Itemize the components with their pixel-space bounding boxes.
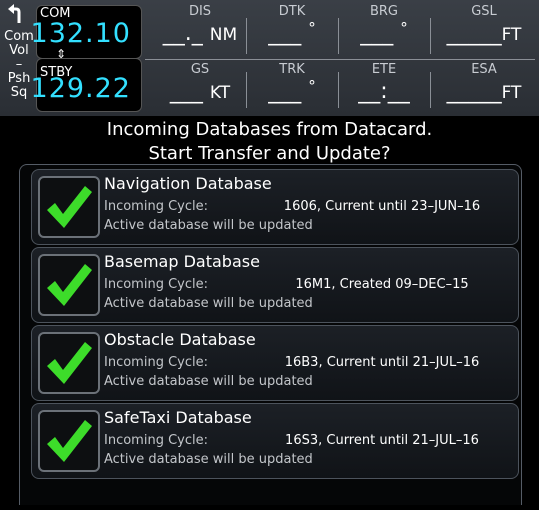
com-active-freq-value: 132.10 [30, 18, 131, 49]
page-title: Incoming Databases from Datacard. Start … [0, 118, 539, 166]
checkbox[interactable] [38, 176, 100, 238]
status-bar: Com Vol – Psh Sq COM 132.10 STBY 129.22 … [0, 0, 539, 116]
field-value-text: ___ [268, 79, 302, 104]
cycle-value: 16B3, Current until 21–JUL–16 [284, 355, 480, 370]
checkbox[interactable] [38, 332, 100, 394]
field-unit: ° [400, 19, 408, 37]
database-title: SafeTaxi Database [104, 408, 252, 427]
field-unit: NM [209, 25, 238, 45]
update-note: Active database will be updated [104, 218, 313, 233]
field-value: ___ ° [247, 19, 337, 46]
field-unit: FT [501, 83, 522, 103]
knob-label-dash: – [15, 57, 23, 72]
field-value: ___ KT [155, 79, 245, 104]
field-value-text: __._ [162, 21, 203, 46]
checkmark-icon [47, 186, 92, 228]
field-value: ___ ° [247, 77, 337, 104]
field-unit: ° [308, 19, 316, 37]
field-value-text: __:__ [358, 79, 410, 104]
field-label: DIS [188, 4, 212, 19]
checkmark-icon [47, 342, 92, 384]
field-unit: ° [308, 77, 316, 95]
field-brg[interactable]: BRG ___ ° [339, 0, 429, 46]
field-unit: KT [209, 83, 231, 103]
field-trk[interactable]: TRK ___ ° [247, 58, 337, 104]
field-label: TRK [279, 62, 305, 77]
field-label: ESA [471, 62, 497, 77]
database-item-basemap[interactable]: Basemap Database Incoming Cycle: 16M1, C… [31, 247, 519, 323]
com-standby-freq-value: 129.22 [30, 73, 131, 104]
title-line-2: Start Transfer and Update? [148, 143, 391, 164]
database-title: Obstacle Database [104, 330, 256, 349]
cycle-value: 16S3, Current until 21–JUL–16 [285, 433, 479, 448]
field-label: ETE [371, 62, 397, 77]
field-esa[interactable]: ESA _____FT [431, 58, 537, 104]
cycle-value: 1606, Current until 23–JUN–16 [283, 199, 481, 214]
update-note: Active database will be updated [104, 296, 313, 311]
database-title: Navigation Database [104, 174, 272, 193]
com-active-frequency[interactable]: COM 132.10 [31, 5, 142, 59]
field-value: __:__ [339, 79, 429, 104]
field-ete[interactable]: ETE __:__ [339, 58, 429, 104]
title-line-1: Incoming Databases from Datacard. [106, 119, 433, 140]
cycle-label: Incoming Cycle: [104, 433, 208, 448]
field-gs[interactable]: GS ___ KT [155, 58, 245, 104]
checkmark-icon [47, 420, 92, 462]
cycle-label: Incoming Cycle: [104, 277, 208, 292]
field-value-text: ___ [360, 21, 394, 46]
field-label: BRG [369, 4, 399, 19]
checkbox[interactable] [38, 410, 100, 472]
cycle-label: Incoming Cycle: [104, 199, 208, 214]
field-value: _____FT [431, 79, 537, 104]
database-item-obstacle[interactable]: Obstacle Database Incoming Cycle: 16B3, … [31, 325, 519, 401]
database-item-navigation[interactable]: Navigation Database Incoming Cycle: 1606… [31, 169, 519, 245]
field-label: GSL [471, 4, 497, 19]
field-label: DTK [278, 4, 306, 19]
field-unit: FT [501, 25, 522, 45]
field-value: __._ NM [155, 21, 245, 46]
field-value-text: _____ [446, 21, 502, 46]
com-standby-frequency[interactable]: STBY 129.22 [31, 58, 142, 112]
update-note: Active database will be updated [104, 374, 313, 389]
field-value: _____FT [431, 21, 537, 46]
field-value-text: ___ [169, 79, 203, 104]
field-value-text: _____ [446, 79, 502, 104]
field-dtk[interactable]: DTK ___ ° [247, 0, 337, 46]
cycle-value: 16M1, Created 09–DEC–15 [295, 277, 469, 292]
field-label: GS [190, 62, 210, 77]
checkmark-icon [47, 264, 92, 306]
database-item-safetaxi[interactable]: SafeTaxi Database Incoming Cycle: 16S3, … [31, 403, 519, 479]
field-value-text: ___ [268, 21, 302, 46]
checkbox[interactable] [38, 254, 100, 316]
back-arrow-icon[interactable] [7, 4, 25, 24]
update-note: Active database will be updated [104, 452, 313, 467]
field-gsl[interactable]: GSL _____FT [431, 0, 537, 46]
cycle-label: Incoming Cycle: [104, 355, 208, 370]
swap-frequency-icon[interactable]: ⇕ [56, 47, 66, 61]
database-title: Basemap Database [104, 252, 260, 271]
field-value: ___ ° [339, 19, 429, 46]
field-dis[interactable]: DIS __._ NM [155, 0, 245, 46]
